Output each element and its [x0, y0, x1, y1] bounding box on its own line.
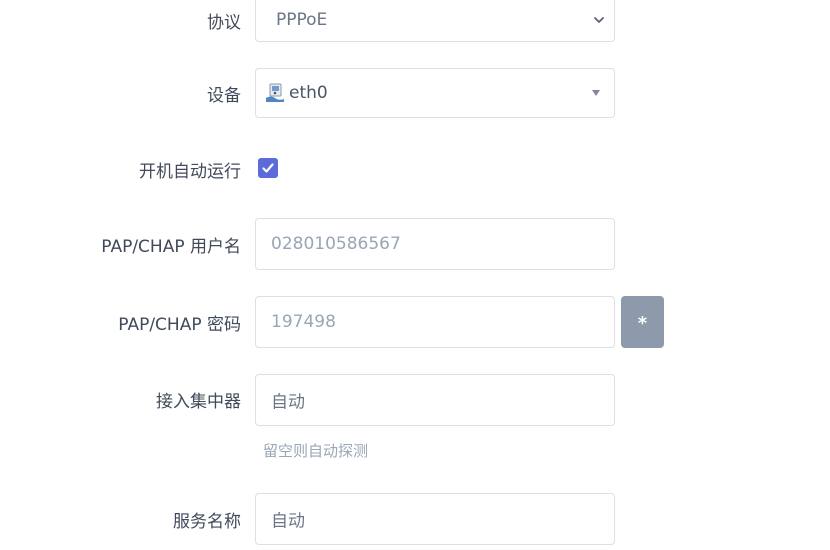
- username-label: PAP/CHAP 用户名: [101, 237, 241, 257]
- checkmark-icon: [262, 163, 274, 173]
- password-label: PAP/CHAP 密码: [118, 315, 241, 335]
- protocol-label: 协议: [207, 13, 241, 33]
- autostart-label: 开机自动运行: [139, 162, 241, 182]
- username-input-value: 028010586567: [271, 234, 401, 254]
- protocol-select[interactable]: PPPoE: [255, 0, 615, 42]
- chevron-down-icon: [594, 17, 604, 23]
- concentrator-label: 接入集中器: [156, 392, 241, 412]
- device-select[interactable]: eth0: [255, 68, 615, 118]
- device-label: 设备: [207, 86, 241, 106]
- autostart-checkbox[interactable]: [258, 158, 278, 178]
- password-input[interactable]: 197498: [255, 296, 615, 348]
- concentrator-input[interactable]: 自动: [255, 374, 615, 426]
- concentrator-input-placeholder: 自动: [271, 392, 305, 413]
- service-name-input[interactable]: 自动: [255, 493, 615, 545]
- service-name-label: 服务名称: [173, 512, 241, 532]
- device-select-value: eth0: [289, 83, 328, 103]
- protocol-select-value: PPPoE: [276, 10, 328, 30]
- reveal-password-button[interactable]: *: [621, 296, 664, 348]
- network-device-icon: [266, 83, 284, 102]
- concentrator-hint: 留空则自动探测: [263, 442, 369, 460]
- username-input[interactable]: 028010586567: [255, 218, 615, 270]
- password-input-value: 197498: [271, 312, 336, 332]
- caret-down-icon: [592, 90, 600, 96]
- pppoe-interface-form: 协议 PPPoE 设备 eth0 开机自动运行 PAP/CHAP 用户名 028…: [0, 0, 830, 550]
- service-name-input-placeholder: 自动: [271, 511, 305, 532]
